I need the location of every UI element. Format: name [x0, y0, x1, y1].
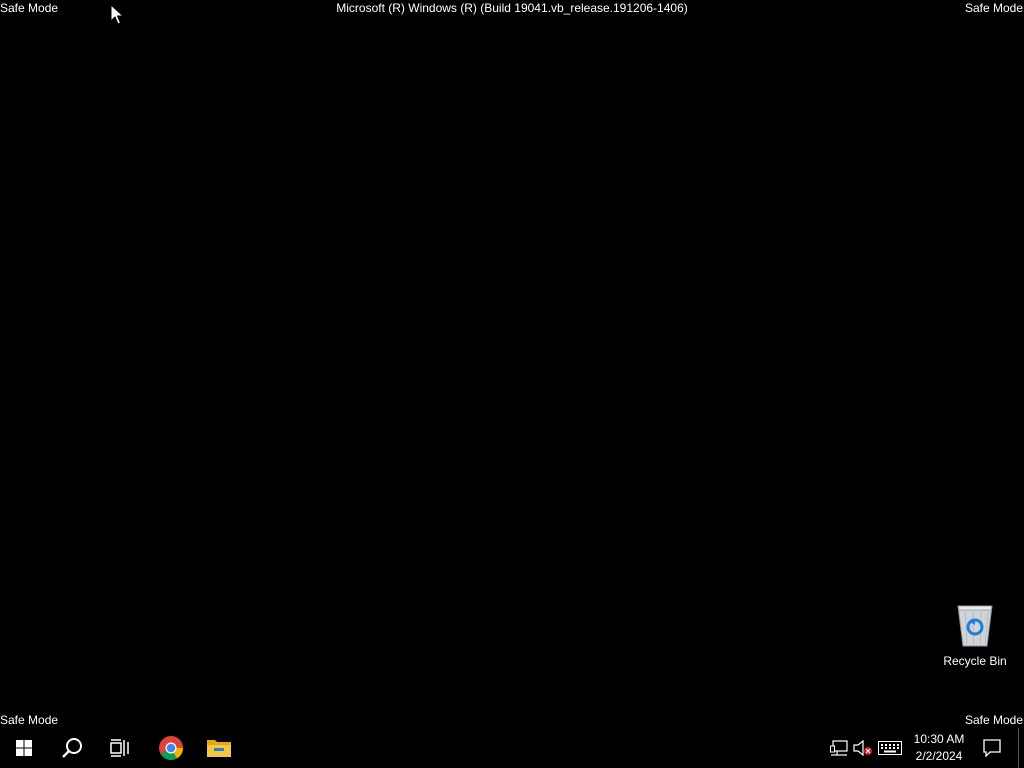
notification-icon [983, 739, 1001, 757]
desktop-icon-recycle-bin[interactable]: Recycle Bin [938, 600, 1012, 672]
task-view-icon [110, 739, 129, 757]
keyboard-tray-button[interactable] [876, 728, 904, 768]
chrome-taskbar-button[interactable] [147, 728, 195, 768]
volume-tray-button[interactable] [852, 728, 874, 768]
show-desktop-button[interactable] [1018, 728, 1024, 768]
clock-time: 10:30 AM [913, 732, 965, 746]
folder-icon [207, 740, 231, 757]
recycle-bin-icon [957, 605, 993, 647]
search-icon [62, 738, 82, 758]
keyboard-icon [878, 741, 902, 755]
clock[interactable]: 10:30 AM 2/2/2024 [908, 728, 970, 768]
chrome-icon [159, 736, 183, 761]
safe-mode-label-bottom-right: Safe Mode [964, 713, 1023, 727]
file-explorer-taskbar-button[interactable] [195, 728, 243, 768]
safe-mode-label-bottom-left: Safe Mode [0, 713, 59, 727]
build-info-label: Microsoft (R) Windows (R) (Build 19041.v… [336, 1, 688, 15]
network-tray-button[interactable] [828, 728, 850, 768]
search-button[interactable] [48, 728, 96, 768]
clock-date: 2/2/2024 [915, 749, 963, 763]
task-view-button[interactable] [96, 728, 144, 768]
action-center-button[interactable] [972, 728, 1012, 768]
recycle-bin-label: Recycle Bin [943, 654, 1007, 668]
start-button[interactable] [0, 728, 48, 768]
volume-muted-icon [853, 740, 872, 756]
windows-logo-icon [16, 740, 32, 756]
taskbar: 10:30 AM 2/2/2024 [0, 728, 1024, 768]
mouse-cursor-icon [110, 4, 124, 25]
network-icon [830, 740, 848, 756]
safe-mode-label-top-right: Safe Mode [964, 1, 1023, 15]
